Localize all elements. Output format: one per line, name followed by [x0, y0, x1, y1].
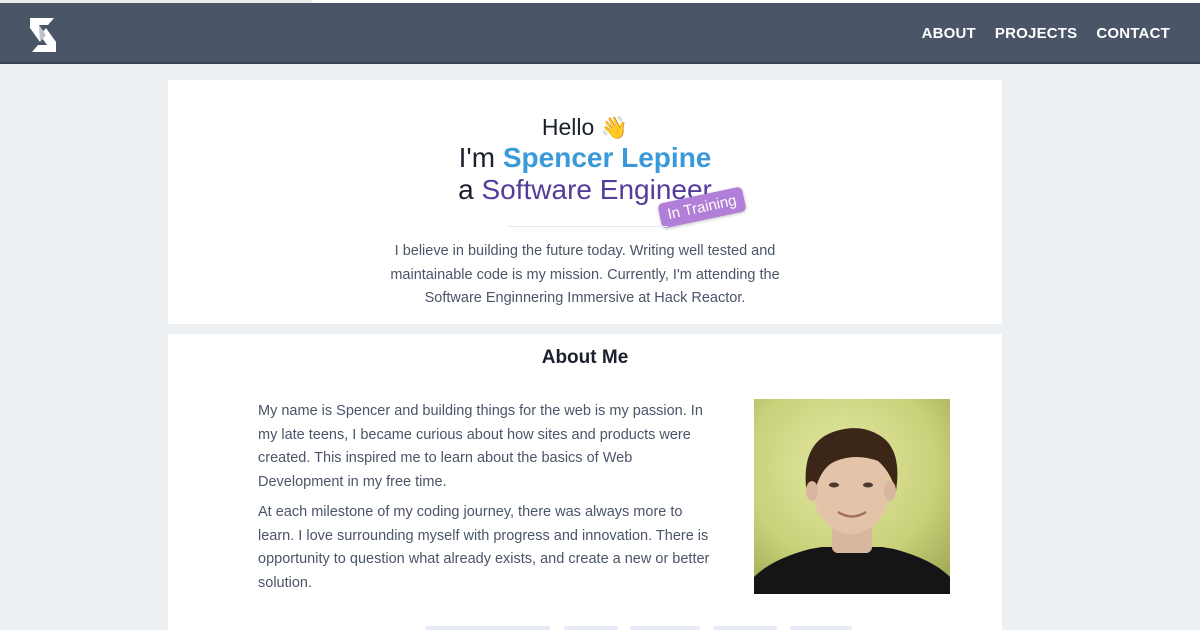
skill-chip — [713, 626, 777, 630]
logo-icon[interactable] — [26, 16, 60, 54]
about-title: About Me — [541, 347, 629, 368]
skill-chips-row — [0, 626, 1200, 630]
skill-chip — [790, 626, 852, 630]
about-text: My name is Spencer and building things f… — [258, 400, 720, 595]
hero-intro: I believe in building the future today. … — [390, 243, 780, 306]
hello-text: Hello — [541, 114, 595, 140]
skill-chip — [425, 626, 550, 630]
person-name: Spencer Lepine — [502, 142, 712, 173]
navbar: ABOUT PROJECTS CONTACT — [0, 3, 1200, 64]
hero-divider — [508, 226, 668, 227]
about-paragraph: At each milestone of my coding journey, … — [258, 504, 710, 591]
im-prefix: I'm — [458, 142, 503, 173]
intro-name-line: I'm Spencer Lepine — [168, 142, 1002, 174]
skill-chip — [630, 626, 700, 630]
profile-photo — [754, 399, 950, 594]
nav-link-about[interactable]: ABOUT — [922, 25, 976, 42]
skill-chip — [564, 626, 618, 630]
nav-links: ABOUT PROJECTS CONTACT — [922, 3, 1170, 64]
hello-line: Hello 👋 — [168, 114, 1002, 141]
nav-link-projects[interactable]: PROJECTS — [995, 25, 1077, 42]
about-paragraph: My name is Spencer and building things f… — [258, 403, 703, 490]
role-prefix: a — [458, 174, 482, 205]
role-line: a Software Engineer — [168, 174, 1002, 206]
waving-hand-icon: 👋 — [600, 115, 629, 140]
nav-link-contact[interactable]: CONTACT — [1096, 25, 1170, 42]
